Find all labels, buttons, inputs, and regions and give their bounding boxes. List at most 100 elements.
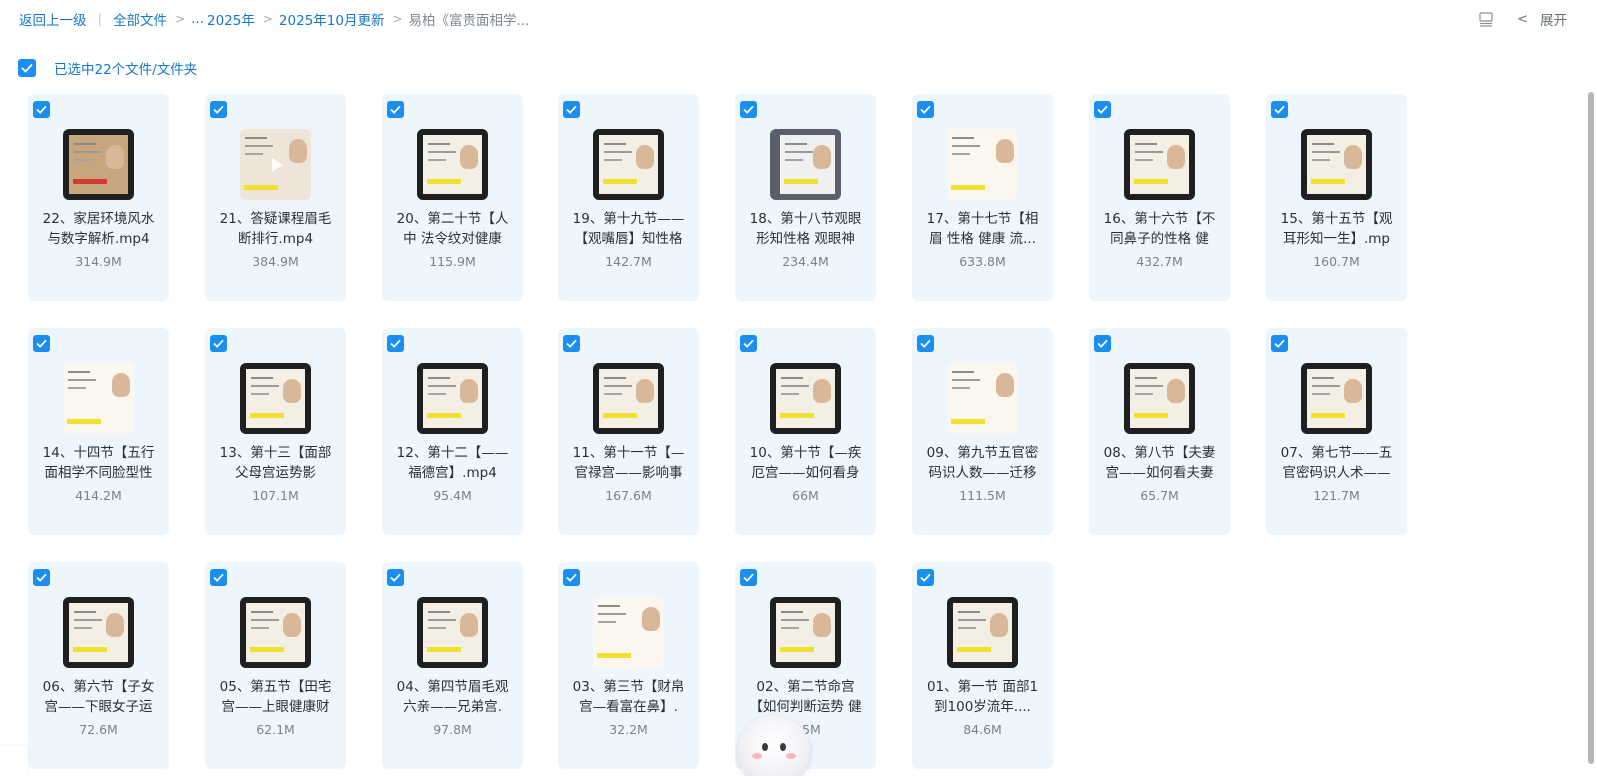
video-thumbnail[interactable] (417, 129, 488, 200)
file-checkbox[interactable] (563, 101, 580, 118)
file-checkbox[interactable] (210, 101, 227, 118)
file-checkbox[interactable] (563, 335, 580, 352)
video-thumbnail[interactable] (1301, 129, 1372, 200)
video-thumbnail[interactable] (947, 363, 1018, 434)
file-checkbox[interactable] (917, 335, 934, 352)
file-checkbox[interactable] (1271, 101, 1288, 118)
back-link[interactable]: 返回上一级 (19, 9, 87, 29)
file-card[interactable]: 04、第四节眉毛观六亲——兄弟宫. 97.8M (382, 562, 523, 769)
video-thumbnail[interactable] (240, 597, 311, 668)
file-checkbox[interactable] (563, 569, 580, 586)
file-checkbox[interactable] (1271, 335, 1288, 352)
file-name[interactable]: 19、第十九节——【观嘴唇】知性格 (568, 209, 689, 249)
file-name[interactable]: 11、第十一节【—官禄宫——影响事 (568, 443, 689, 483)
video-thumbnail[interactable] (770, 363, 841, 434)
file-name[interactable]: 20、第二十节【人中 法令纹对健康 (392, 209, 513, 249)
file-checkbox[interactable] (33, 569, 50, 586)
file-name[interactable]: 08、第八节【夫妻宫——如何看夫妻 (1099, 443, 1220, 483)
video-thumbnail[interactable] (417, 363, 488, 434)
file-name[interactable]: 14、十四节【五行面相学不同脸型性 (38, 443, 159, 483)
video-thumbnail[interactable] (593, 129, 664, 200)
file-card[interactable]: 14、十四节【五行面相学不同脸型性 414.2M (28, 328, 169, 535)
file-name[interactable]: 07、第七节——五官密码识人术—— (1276, 443, 1397, 483)
file-name[interactable]: 16、第十六节【不同鼻子的性格 健 (1099, 209, 1220, 249)
video-thumbnail[interactable] (1124, 129, 1195, 200)
video-thumbnail[interactable] (63, 129, 134, 200)
file-checkbox[interactable] (917, 569, 934, 586)
file-checkbox[interactable] (1094, 335, 1111, 352)
file-checkbox[interactable] (387, 569, 404, 586)
select-all-checkbox[interactable] (18, 59, 36, 77)
top-right-toolbar: < 展开 (1477, 9, 1567, 29)
file-checkbox[interactable] (740, 335, 757, 352)
file-name[interactable]: 02、第二节命宫【如何判断运势 健 (745, 677, 866, 717)
breadcrumb-month-update[interactable]: 2025年10月更新 (279, 9, 385, 29)
file-name[interactable]: 10、第十节【—疾厄宫——如何看身 (745, 443, 866, 483)
video-thumbnail[interactable] (770, 129, 841, 200)
file-card[interactable]: 10、第十节【—疾厄宫——如何看身 66M (735, 328, 876, 535)
file-card[interactable]: 08、第八节【夫妻宫——如何看夫妻 65.7M (1089, 328, 1230, 535)
video-thumbnail[interactable] (770, 597, 841, 668)
file-name[interactable]: 09、第九节五官密码识人数——迁移 (922, 443, 1043, 483)
file-name[interactable]: 21、答疑课程眉毛断排行.mp4 (215, 209, 336, 249)
file-checkbox[interactable] (210, 335, 227, 352)
file-name[interactable]: 18、第十八节观眼形知性格 观眼神 (745, 209, 866, 249)
file-name[interactable]: 17、第十七节【相眉 性格 健康 流... (922, 209, 1043, 249)
file-checkbox[interactable] (1094, 101, 1111, 118)
video-thumbnail[interactable] (593, 597, 664, 668)
file-checkbox[interactable] (740, 101, 757, 118)
scrollbar-thumb[interactable] (1588, 92, 1594, 764)
file-card[interactable]: 03、第三节【财帛宫—看富在鼻】. 32.2M (558, 562, 699, 769)
file-name[interactable]: 05、第五节【田宅宫——上眼健康财 (215, 677, 336, 717)
video-thumbnail[interactable] (63, 363, 134, 434)
file-grid: 22、家居环境风水与数字解析.mp4 314.9M 21、答疑课程眉毛断排行.mp4… (28, 94, 1548, 776)
scrollbar[interactable] (1587, 92, 1595, 764)
breadcrumb-all-files[interactable]: 全部文件 (113, 9, 167, 29)
file-name[interactable]: 22、家居环境风水与数字解析.mp4 (38, 209, 159, 249)
file-card[interactable]: 01、第一节 面部1到100岁流年.... 84.6M (912, 562, 1053, 769)
file-card[interactable]: 15、第十五节【观耳形知一生】.mp 160.7M (1266, 94, 1407, 301)
video-thumbnail[interactable] (593, 363, 664, 434)
file-size: 84.6M (963, 722, 1002, 737)
file-checkbox[interactable] (33, 335, 50, 352)
file-checkbox[interactable] (740, 569, 757, 586)
video-thumbnail[interactable] (947, 129, 1018, 200)
file-checkbox[interactable] (210, 569, 227, 586)
video-thumbnail[interactable] (240, 129, 311, 200)
file-card[interactable]: 06、第六节【子女宫——下眼女子运 72.6M (28, 562, 169, 769)
file-card[interactable]: 16、第十六节【不同鼻子的性格 健 432.7M (1089, 94, 1230, 301)
file-name[interactable]: 01、第一节 面部1到100岁流年.... (922, 677, 1043, 717)
file-name[interactable]: 03、第三节【财帛宫—看富在鼻】. (568, 677, 689, 717)
breadcrumb-year[interactable]: 2025年 (207, 9, 255, 29)
file-card[interactable]: 19、第十九节——【观嘴唇】知性格 142.7M (558, 94, 699, 301)
file-name[interactable]: 13、第十三【面部父母宫运势影 (215, 443, 336, 483)
file-card[interactable]: 12、第十二【——福德宫】.mp4 95.4M (382, 328, 523, 535)
file-card[interactable]: 18、第十八节观眼形知性格 观眼神 234.4M (735, 94, 876, 301)
video-thumbnail[interactable] (240, 363, 311, 434)
file-card[interactable]: 13、第十三【面部父母宫运势影 107.1M (205, 328, 346, 535)
file-card[interactable]: 09、第九节五官密码识人数——迁移 111.5M (912, 328, 1053, 535)
file-checkbox[interactable] (33, 101, 50, 118)
video-thumbnail[interactable] (1124, 363, 1195, 434)
file-card[interactable]: 07、第七节——五官密码识人术—— 121.7M (1266, 328, 1407, 535)
file-checkbox[interactable] (917, 101, 934, 118)
file-card[interactable]: 20、第二十节【人中 法令纹对健康 115.9M (382, 94, 523, 301)
expand-button[interactable]: < 展开 (1517, 9, 1567, 30)
breadcrumb-ellipsis[interactable]: ... (191, 11, 204, 27)
file-name[interactable]: 04、第四节眉毛观六亲——兄弟宫. (392, 677, 513, 717)
video-thumbnail[interactable] (417, 597, 488, 668)
file-card[interactable]: 11、第十一节【—官禄宫——影响事 167.6M (558, 328, 699, 535)
file-checkbox[interactable] (387, 101, 404, 118)
file-card[interactable]: 22、家居环境风水与数字解析.mp4 314.9M (28, 94, 169, 301)
file-card[interactable]: 17、第十七节【相眉 性格 健康 流... 633.8M (912, 94, 1053, 301)
file-card[interactable]: 05、第五节【田宅宫——上眼健康财 62.1M (205, 562, 346, 769)
file-checkbox[interactable] (387, 335, 404, 352)
file-card[interactable]: 21、答疑课程眉毛断排行.mp4 384.9M (205, 94, 346, 301)
file-name[interactable]: 12、第十二【——福德宫】.mp4 (392, 443, 513, 483)
file-name[interactable]: 06、第六节【子女宫——下眼女子运 (38, 677, 159, 717)
video-thumbnail[interactable] (63, 597, 134, 668)
file-name[interactable]: 15、第十五节【观耳形知一生】.mp (1276, 209, 1397, 249)
video-thumbnail[interactable] (1301, 363, 1372, 434)
list-view-icon[interactable] (1477, 10, 1495, 28)
video-thumbnail[interactable] (947, 597, 1018, 668)
